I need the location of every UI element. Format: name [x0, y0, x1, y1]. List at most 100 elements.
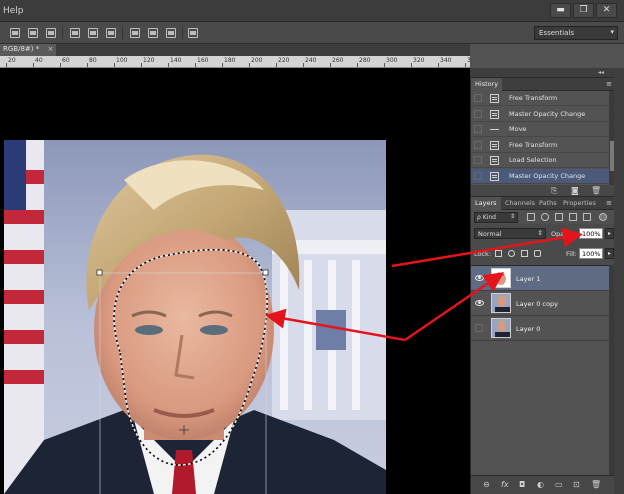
align-vertical-centers-icon[interactable]: [28, 28, 38, 38]
kind-filter-select[interactable]: ρ Kind ⇕: [474, 212, 518, 223]
history-item[interactable]: Move: [471, 122, 609, 137]
history-snapshot-source-box[interactable]: [474, 109, 482, 118]
align-right-edges-icon[interactable]: [106, 28, 116, 38]
ruler-tick-label: 360: [467, 57, 470, 64]
canvas-area[interactable]: [0, 68, 470, 494]
ruler-tick-label: 60: [62, 57, 70, 64]
history-snapshot-source-box[interactable]: [474, 156, 482, 164]
layer-row[interactable]: Layer 0 copy: [471, 291, 609, 316]
filter-toggle-icon[interactable]: [599, 213, 607, 221]
ruler-tick: [33, 63, 34, 67]
shape-filter-icon[interactable]: [569, 213, 577, 221]
panel-dock: History ≡ Free Transform Master Opacity C…: [470, 68, 615, 494]
align-left-edges-icon[interactable]: [70, 28, 80, 38]
layer-row[interactable]: Layer 1: [471, 266, 609, 291]
history-snapshot-source-box[interactable]: [474, 125, 482, 133]
lock-image-pixels-icon[interactable]: [508, 250, 515, 257]
pixel-filter-icon[interactable]: [527, 213, 535, 221]
add-mask-icon[interactable]: ◘: [519, 480, 525, 489]
new-snapshot-icon[interactable]: ◙: [571, 186, 579, 195]
minimize-button[interactable]: ▬: [550, 3, 571, 18]
layers-list: Layer 1 Layer 0 copy Layer 0: [471, 265, 609, 345]
ruler-tick: [330, 63, 331, 67]
align-top-edges-icon[interactable]: [10, 28, 20, 38]
history-item[interactable]: Master Opacity Change: [471, 107, 609, 122]
document-image[interactable]: [4, 140, 386, 494]
history-item-label: Master Opacity Change: [509, 171, 586, 180]
tab-channels[interactable]: Channels: [501, 197, 539, 210]
history-panel-header: History ≡: [471, 78, 615, 91]
history-item-label: Master Opacity Change: [509, 109, 586, 118]
visibility-toggle-empty[interactable]: [475, 324, 483, 332]
options-bar: Essentials ▾: [0, 22, 624, 44]
workspace-select[interactable]: Essentials ▾: [534, 26, 618, 40]
auto-align-layers-icon[interactable]: [188, 28, 198, 38]
lock-all-icon[interactable]: [534, 250, 541, 257]
ruler-tick-label: 20: [8, 57, 16, 64]
distribute-top-icon[interactable]: [130, 28, 140, 38]
layer-row[interactable]: Layer 0: [471, 316, 609, 341]
distribute-bottom-icon[interactable]: [166, 28, 176, 38]
ruler-tick-label: 100: [116, 57, 128, 64]
collapse-panels-icon[interactable]: ◂◂: [598, 69, 604, 76]
fill-input[interactable]: 100%: [579, 248, 603, 259]
ruler-tick-label: 140: [170, 57, 182, 64]
ruler-tick-label: 300: [386, 57, 398, 64]
history-snapshot-source-box[interactable]: [474, 140, 482, 149]
history-list: Free Transform Master Opacity Change Move F…: [471, 91, 609, 185]
new-group-icon[interactable]: ▭: [555, 480, 563, 489]
ruler-tick-label: 220: [278, 57, 290, 64]
kind-filter-value: ρ Kind: [477, 214, 496, 221]
move-icon: [490, 125, 499, 134]
maximize-button[interactable]: ❐: [573, 3, 594, 18]
menu-bar: Help ▬ ❐ ✕: [0, 0, 624, 22]
align-horizontal-centers-icon[interactable]: [88, 28, 98, 38]
adjustment-filter-icon[interactable]: [541, 213, 549, 221]
ruler-tick: [168, 63, 169, 67]
trash-icon[interactable]: 🗑: [591, 186, 601, 195]
panel-menu-icon[interactable]: ≡: [606, 199, 612, 207]
fill-slider-toggle[interactable]: ▸: [605, 248, 614, 259]
lock-transparent-pixels-icon[interactable]: [495, 250, 502, 257]
visibility-eye-icon[interactable]: [475, 274, 484, 281]
panel-menu-icon[interactable]: ≡: [606, 80, 612, 88]
blend-mode-select[interactable]: Normal ⇕: [474, 228, 546, 239]
visibility-eye-icon[interactable]: [475, 299, 484, 306]
history-snapshot-source-box[interactable]: [474, 94, 482, 102]
link-layers-icon[interactable]: ⊖: [483, 480, 490, 489]
opacity-slider-toggle[interactable]: ▸: [605, 228, 614, 239]
type-filter-icon[interactable]: [555, 213, 563, 221]
opacity-input[interactable]: 100%: [579, 228, 603, 239]
tab-paths[interactable]: Paths: [535, 197, 561, 210]
history-item-label: Free Transform: [509, 94, 558, 102]
lock-position-icon[interactable]: [521, 250, 528, 257]
panel-collapse-strip[interactable]: ◂◂: [470, 68, 614, 78]
new-document-from-state-icon[interactable]: ⎘: [551, 186, 557, 196]
adjustment-layer-icon[interactable]: ◐: [537, 480, 544, 489]
history-item-label: Free Transform: [509, 140, 558, 149]
distribute-center-icon[interactable]: [148, 28, 158, 38]
trash-icon[interactable]: 🗑: [591, 480, 601, 489]
tab-layers[interactable]: Layers: [471, 197, 501, 210]
close-tab-icon[interactable]: ×: [47, 45, 53, 53]
layer-style-icon[interactable]: fx: [501, 480, 509, 489]
tab-history[interactable]: History: [471, 78, 503, 91]
document-icon: [490, 94, 499, 103]
document-tab[interactable]: RGB/8#) * ×: [0, 44, 57, 56]
photoshop-window: Help ▬ ❐ ✕ Essentials ▾ RGB/8#) * × 20 40…: [0, 0, 624, 494]
history-item[interactable]: Load Selection: [471, 153, 609, 168]
history-item[interactable]: Master Opacity Change: [471, 168, 609, 184]
close-button[interactable]: ✕: [596, 3, 617, 18]
history-footer: ⎘ ◙ 🗑: [471, 185, 615, 197]
align-bottom-edges-icon[interactable]: [46, 28, 56, 38]
history-item[interactable]: Free Transform: [471, 138, 609, 153]
smart-object-filter-icon[interactable]: [583, 213, 591, 221]
new-layer-icon[interactable]: ⊡: [573, 480, 580, 489]
layer-thumbnail: [491, 293, 511, 313]
menu-help[interactable]: Help: [3, 6, 24, 16]
opacity-label: Opacity:: [551, 230, 578, 238]
tab-properties[interactable]: Properties: [559, 197, 600, 210]
history-snapshot-source-box[interactable]: [474, 171, 482, 180]
ruler-tick: [357, 63, 358, 67]
history-item[interactable]: Free Transform: [471, 91, 609, 106]
